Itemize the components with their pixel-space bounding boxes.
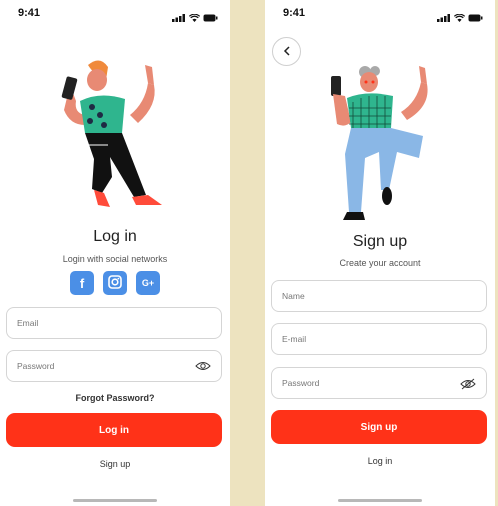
login-button[interactable]: Log in [6, 413, 222, 447]
signup-button[interactable]: Sign up [271, 410, 487, 444]
wifi-icon [188, 9, 201, 27]
home-indicator [73, 499, 157, 502]
home-indicator [338, 499, 422, 502]
google-plus-icon: G+ [141, 278, 155, 288]
page-subtitle: Create your account [339, 258, 421, 268]
person-illustration [50, 55, 180, 225]
google-plus-button[interactable]: G+ [136, 271, 160, 295]
signup-link[interactable]: Sign up [0, 459, 230, 469]
login-link[interactable]: Log in [265, 456, 495, 466]
person-illustration [327, 62, 437, 227]
name-field[interactable]: Name [271, 280, 487, 312]
back-button[interactable] [272, 37, 301, 66]
eye-icon[interactable] [195, 361, 211, 373]
signal-icon [172, 9, 186, 27]
status-time: 9:41 [283, 7, 306, 19]
login-screen: 9:41 Log in Login with social networks f… [0, 0, 230, 506]
email-field[interactable]: E-mail [271, 323, 487, 355]
status-bar: 9:41 [0, 0, 230, 26]
email-field[interactable]: Email [6, 307, 222, 339]
page-title: Sign up [352, 233, 408, 250]
facebook-icon: f [79, 275, 85, 291]
wifi-icon [453, 9, 466, 27]
password-field[interactable]: Password [6, 350, 222, 382]
password-field[interactable]: Password [271, 367, 487, 399]
instagram-icon [108, 274, 122, 292]
forgot-password-link[interactable]: Forgot Password? [0, 393, 230, 403]
signal-icon [437, 9, 451, 27]
page-subtitle: Login with social networks [62, 254, 168, 264]
name-placeholder: Name [282, 291, 305, 301]
signup-screen: 9:41 Sign up Create your account Name E-… [265, 0, 495, 506]
email-placeholder: E-mail [282, 334, 307, 344]
status-bar: 9:41 [265, 0, 495, 26]
status-time: 9:41 [18, 7, 41, 19]
social-login-row: f G+ [0, 271, 230, 295]
battery-icon [468, 9, 483, 27]
instagram-button[interactable] [103, 271, 127, 295]
facebook-button[interactable]: f [70, 271, 94, 295]
password-placeholder: Password [17, 361, 55, 371]
password-placeholder: Password [282, 378, 320, 388]
email-placeholder: Email [17, 318, 39, 328]
battery-icon [203, 9, 218, 27]
page-title: Log in [93, 228, 137, 245]
eye-off-icon[interactable] [460, 378, 476, 392]
chevron-left-icon [283, 43, 291, 61]
